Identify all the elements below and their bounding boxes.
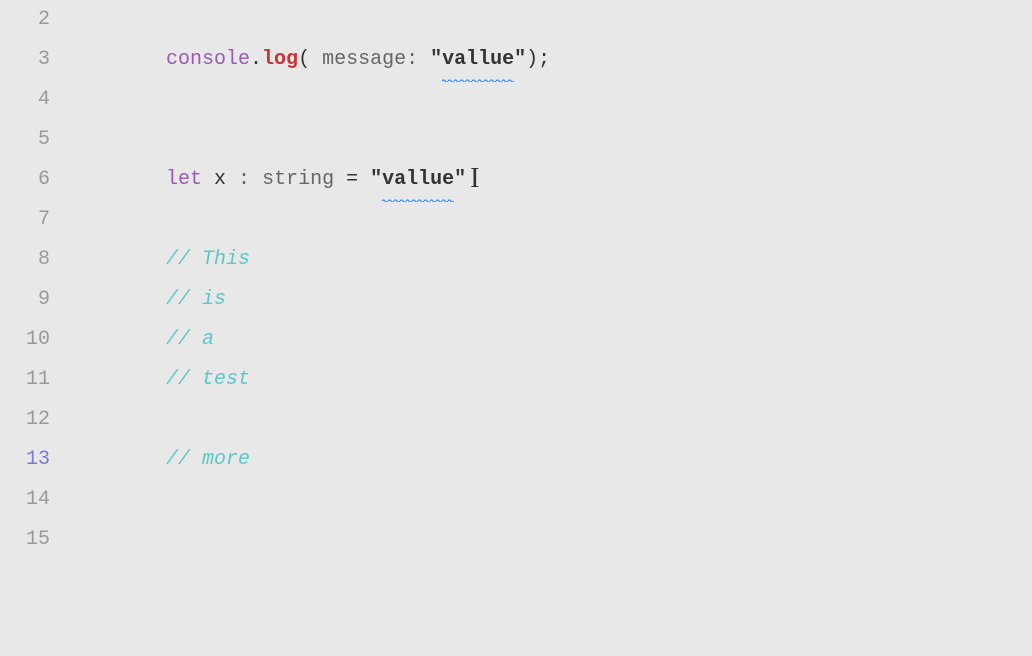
- comment-test: // test: [166, 368, 250, 391]
- line-number-14: 14: [0, 480, 70, 520]
- squiggle-vallue-1: vallue: [442, 40, 514, 80]
- line-number-4: 4: [0, 80, 70, 120]
- console-keyword: console: [166, 48, 250, 71]
- line-number-11: 11: [0, 360, 70, 400]
- code-editor[interactable]: 2 3 console.log( message: "vallue"); 4 5…: [0, 0, 1032, 656]
- comment-more: // more: [166, 448, 250, 471]
- line-number-8: 8: [0, 240, 70, 280]
- let-keyword: let: [166, 168, 202, 191]
- line-14: 14: [0, 480, 1032, 520]
- line-number-5: 5: [0, 120, 70, 160]
- line-15: 15: [0, 520, 1032, 560]
- log-function: log: [262, 48, 298, 71]
- type-annotation: string: [262, 168, 334, 191]
- squiggle-vallue-2: vallue: [382, 160, 454, 200]
- line-11: 11 // test: [0, 360, 1032, 400]
- line-number-12: 12: [0, 400, 70, 440]
- line-number-9: 9: [0, 280, 70, 320]
- line-13: 13 // more: [0, 440, 1032, 480]
- line-number-7: 7: [0, 200, 70, 240]
- line-number-2: 2: [0, 0, 70, 40]
- line-number-6: 6: [0, 160, 70, 200]
- line-number-13: 13: [0, 440, 70, 480]
- text-cursor: I: [470, 165, 479, 193]
- line-6: 6 let x : string = "vallue"I: [0, 160, 1032, 200]
- code-container: 2 3 console.log( message: "vallue"); 4 5…: [0, 0, 1032, 560]
- line-number-3: 3: [0, 40, 70, 80]
- line-4: 4: [0, 80, 1032, 120]
- line-number-15: 15: [0, 520, 70, 560]
- line-3: 3 console.log( message: "vallue");: [0, 40, 1032, 80]
- line-number-10: 10: [0, 320, 70, 360]
